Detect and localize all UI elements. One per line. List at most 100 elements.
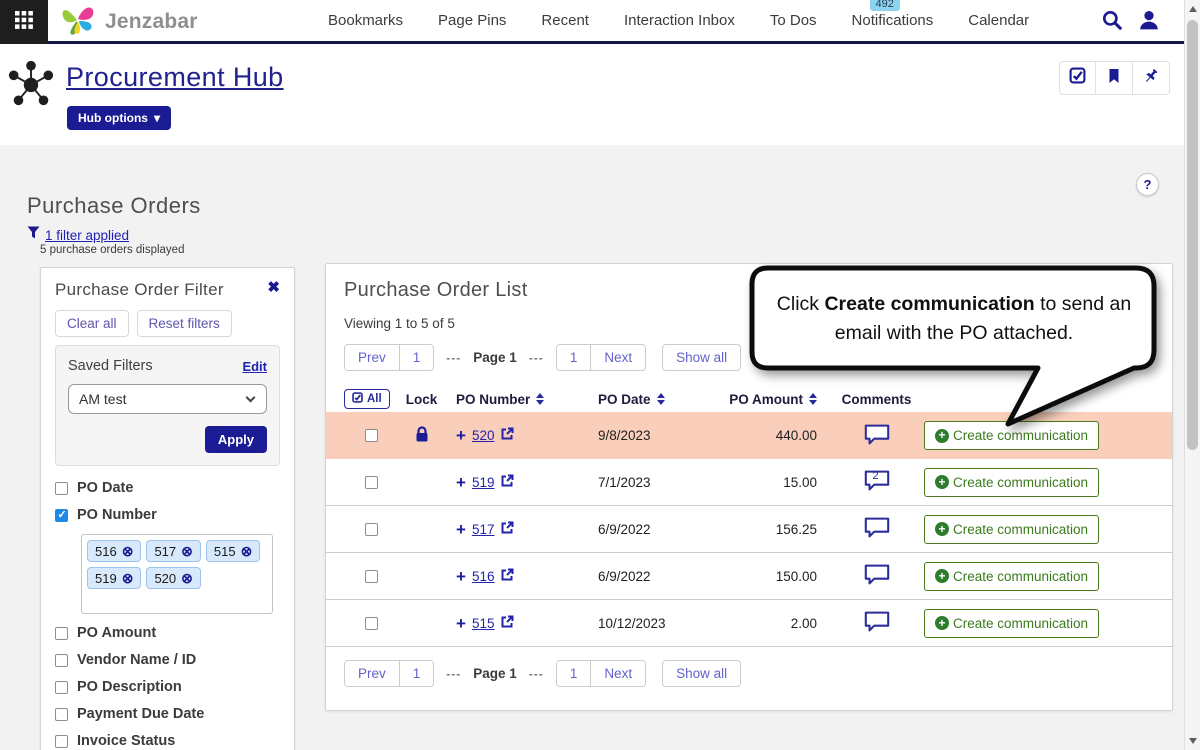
column-header-po-amount[interactable]: PO Amount: [714, 392, 829, 407]
remove-chip-icon[interactable]: ⊗: [181, 544, 193, 558]
filter-field-vendor[interactable]: Vendor Name / ID: [55, 652, 280, 668]
sort-icon[interactable]: [809, 393, 817, 405]
page-1-button[interactable]: 1: [399, 345, 434, 370]
expand-row-icon[interactable]: +: [456, 568, 466, 585]
comment-icon[interactable]: [863, 423, 891, 449]
po-number-link[interactable]: 517: [472, 522, 495, 537]
close-icon[interactable]: ✖: [267, 280, 280, 295]
select-all-button[interactable]: All: [344, 389, 390, 409]
search-icon[interactable]: [1101, 9, 1123, 31]
remove-chip-icon[interactable]: ⊗: [181, 571, 193, 585]
comment-icon[interactable]: [863, 516, 891, 542]
comment-icon[interactable]: [863, 563, 891, 589]
sort-icon[interactable]: [657, 393, 665, 405]
apply-button[interactable]: Apply: [205, 426, 267, 453]
external-link-icon[interactable]: [500, 474, 514, 491]
next-button[interactable]: Next: [590, 661, 645, 686]
po-number-chip[interactable]: 520 ⊗: [146, 567, 200, 589]
nav-item-page-pins[interactable]: Page Pins: [438, 12, 506, 29]
reset-filters-button[interactable]: Reset filters: [137, 310, 232, 337]
create-communication-button[interactable]: Create communication: [924, 562, 1099, 591]
create-communication-button[interactable]: Create communication: [924, 515, 1099, 544]
nav-item-to-dos[interactable]: To Dos: [770, 12, 817, 29]
checkbox-vendor[interactable]: [55, 654, 68, 667]
edit-saved-filters-link[interactable]: Edit: [242, 359, 267, 374]
checkbox-po-amount[interactable]: [55, 627, 68, 640]
filter-field-po-number[interactable]: PO Number: [55, 507, 280, 523]
checkbox-invoice-status[interactable]: [55, 735, 68, 748]
show-all-button[interactable]: Show all: [662, 660, 741, 687]
nav-item-interaction-inbox[interactable]: Interaction Inbox: [624, 12, 735, 29]
create-communication-button[interactable]: Create communication: [924, 421, 1099, 450]
po-number-chip[interactable]: 515 ⊗: [206, 540, 260, 562]
row-checkbox[interactable]: [365, 429, 378, 442]
row-checkbox[interactable]: [365, 570, 378, 583]
prev-button[interactable]: Prev: [345, 345, 399, 370]
row-checkbox[interactable]: [365, 523, 378, 536]
external-link-icon[interactable]: [500, 521, 514, 538]
user-profile-icon[interactable]: [1138, 9, 1160, 31]
page-1-button[interactable]: 1: [557, 661, 591, 686]
pin-button[interactable]: [1133, 61, 1170, 95]
vertical-scrollbar[interactable]: [1184, 0, 1200, 750]
comment-icon[interactable]: [863, 610, 891, 636]
nav-item-recent[interactable]: Recent: [541, 12, 589, 29]
clear-all-button[interactable]: Clear all: [55, 310, 129, 337]
nav-item-calendar[interactable]: Calendar: [968, 12, 1029, 29]
row-checkbox[interactable]: [365, 617, 378, 630]
po-number-chip[interactable]: 516 ⊗: [87, 540, 141, 562]
remove-chip-icon[interactable]: ⊗: [122, 571, 134, 585]
jenzabar-logo[interactable]: Jenzabar: [60, 3, 198, 41]
external-link-icon[interactable]: [500, 615, 514, 632]
filter-field-invoice-status[interactable]: Invoice Status: [55, 733, 280, 749]
nav-item-notifications[interactable]: 492 Notifications: [852, 12, 934, 29]
row-checkbox[interactable]: [365, 476, 378, 489]
comment-icon[interactable]: 2: [863, 469, 891, 495]
filter-field-po-date[interactable]: PO Date: [55, 480, 280, 496]
scroll-up-arrow[interactable]: [1189, 6, 1197, 12]
po-number-link[interactable]: 516: [472, 569, 495, 584]
tasks-button[interactable]: [1059, 61, 1096, 95]
saved-filter-select[interactable]: AM test: [68, 384, 267, 414]
remove-chip-icon[interactable]: ⊗: [122, 544, 134, 558]
column-header-po-number[interactable]: PO Number: [444, 392, 584, 407]
expand-row-icon[interactable]: +: [456, 521, 466, 538]
checkbox-po-number[interactable]: [55, 509, 68, 522]
expand-row-icon[interactable]: +: [456, 427, 466, 444]
nav-item-bookmarks[interactable]: Bookmarks: [328, 12, 403, 29]
expand-row-icon[interactable]: +: [456, 474, 466, 491]
page-1-button[interactable]: 1: [557, 345, 591, 370]
po-number-link[interactable]: 519: [472, 475, 495, 490]
page-1-button[interactable]: 1: [399, 661, 434, 686]
help-button[interactable]: ?: [1136, 173, 1159, 196]
remove-chip-icon[interactable]: ⊗: [241, 544, 253, 558]
create-communication-button[interactable]: Create communication: [924, 609, 1099, 638]
expand-row-icon[interactable]: +: [456, 615, 466, 632]
scroll-down-arrow[interactable]: [1189, 738, 1197, 744]
po-number-chip[interactable]: 517 ⊗: [146, 540, 200, 562]
page-title[interactable]: Procurement Hub: [66, 62, 284, 93]
sort-icon[interactable]: [536, 393, 544, 405]
filter-field-po-amount[interactable]: PO Amount: [55, 625, 280, 641]
checkbox-po-description[interactable]: [55, 681, 68, 694]
external-link-icon[interactable]: [500, 568, 514, 585]
show-all-button[interactable]: Show all: [662, 344, 741, 371]
apps-menu-button[interactable]: [0, 0, 48, 44]
filter-applied-link[interactable]: 1 filter applied: [45, 228, 129, 243]
filter-field-po-description[interactable]: PO Description: [55, 679, 280, 695]
external-link-icon[interactable]: [500, 427, 514, 444]
bookmark-button[interactable]: [1096, 61, 1133, 95]
po-number-link[interactable]: 515: [472, 616, 495, 631]
column-header-po-date[interactable]: PO Date: [584, 392, 714, 407]
hub-options-button[interactable]: Hub options ▾: [67, 106, 171, 130]
next-button[interactable]: Next: [590, 345, 645, 370]
checkbox-po-date[interactable]: [55, 482, 68, 495]
po-number-link[interactable]: 520: [472, 428, 495, 443]
prev-button[interactable]: Prev: [345, 661, 399, 686]
checkbox-payment-due-date[interactable]: [55, 708, 68, 721]
filter-field-payment-due-date[interactable]: Payment Due Date: [55, 706, 280, 722]
create-communication-button[interactable]: Create communication: [924, 468, 1099, 497]
create-communication-label: Create communication: [953, 616, 1088, 631]
scrollbar-thumb[interactable]: [1187, 20, 1198, 450]
po-number-chip[interactable]: 519 ⊗: [87, 567, 141, 589]
